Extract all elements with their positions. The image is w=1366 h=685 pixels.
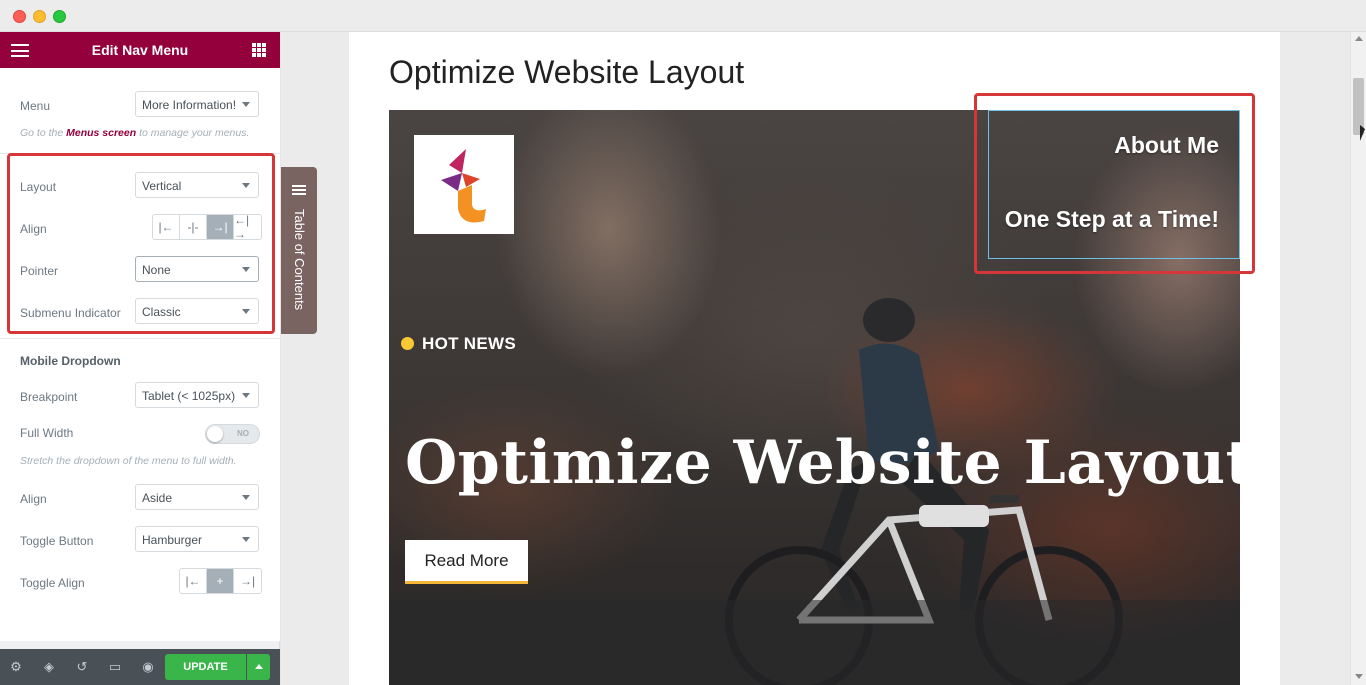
divider: [0, 338, 280, 339]
submenu-indicator-control: Submenu Indicator Classic: [0, 298, 280, 328]
badge-dot-icon: [401, 337, 414, 350]
align-center-icon[interactable]: -|-: [180, 215, 207, 239]
mobile-align-value: Aside: [142, 491, 173, 505]
mobile-align-label: Align: [20, 492, 47, 506]
hero-section: About Me One Step at a Time! HOT NEWS Op…: [389, 110, 1240, 685]
toggle-align-control: Toggle Align |← + →|: [0, 568, 280, 598]
layout-control: Layout Vertical: [0, 172, 280, 202]
table-of-contents-tab[interactable]: Table of Contents: [281, 167, 317, 334]
logo-t-icon: [441, 149, 486, 223]
full-width-toggle[interactable]: NO: [205, 424, 260, 444]
breakpoint-label: Breakpoint: [20, 390, 78, 404]
breakpoint-select[interactable]: Tablet (< 1025px): [135, 382, 259, 408]
menu-label: Menu: [20, 99, 51, 113]
menu-control: Menu More Information!: [0, 91, 280, 121]
navigator-layers-icon[interactable]: ◈: [41, 659, 57, 675]
caret-down-icon: [242, 393, 250, 398]
toggle-align-right-icon[interactable]: →|: [234, 569, 261, 593]
full-width-label: Full Width: [20, 426, 74, 440]
page-content: Optimize Website Layout About Me One Ste…: [349, 32, 1280, 685]
align-choices: |← -|- →| ←|→: [152, 214, 262, 240]
submenu-indicator-value: Classic: [142, 305, 181, 319]
align-control: Align |← -|- →| ←|→: [0, 214, 280, 244]
toggle-button-select[interactable]: Hamburger: [135, 526, 259, 552]
hot-news-label: HOT NEWS: [422, 334, 517, 353]
nav-menu-vertical: About Me One Step at a Time!: [988, 110, 1240, 259]
responsive-mode-icon[interactable]: ▭: [107, 659, 123, 675]
divider: [0, 153, 280, 154]
toggle-button-value: Hamburger: [142, 533, 203, 547]
mobile-align-select[interactable]: Aside: [135, 484, 259, 510]
toggle-align-center-icon[interactable]: +: [207, 569, 234, 593]
toggle-align-label: Toggle Align: [20, 576, 85, 590]
read-more-button[interactable]: Read More: [405, 540, 528, 584]
panel-header: Edit Nav Menu: [0, 32, 280, 68]
align-justify-icon[interactable]: ←|→: [234, 215, 261, 239]
menu-hint-prefix: Go to the: [20, 127, 64, 139]
submenu-indicator-label: Submenu Indicator: [20, 306, 121, 320]
hot-news-badge: HOT NEWS: [401, 334, 516, 354]
nav-item-about-me[interactable]: About Me: [1114, 132, 1219, 159]
align-label: Align: [20, 222, 47, 236]
caret-down-icon: [242, 537, 250, 542]
mouse-cursor-icon: [1360, 125, 1365, 141]
toggle-knob: [207, 426, 223, 442]
panel-body: Menu More Information! Go to the Menus s…: [0, 68, 280, 641]
hero-bottom-shade: [389, 600, 1240, 685]
mobile-align-control: Align Aside: [0, 484, 280, 514]
menu-hint: Go to the Menus screen to manage your me…: [20, 127, 249, 139]
pointer-control: Pointer None: [0, 256, 280, 286]
editor-panel: Edit Nav Menu Menu More Information! Go …: [0, 32, 280, 685]
update-options-button[interactable]: [247, 654, 270, 680]
pointer-label: Pointer: [20, 264, 59, 278]
history-icon[interactable]: ↺: [74, 659, 90, 675]
minimize-window-button[interactable]: [33, 10, 46, 23]
preview-eye-icon[interactable]: ◉: [140, 659, 156, 675]
update-button[interactable]: UPDATE: [165, 654, 246, 680]
layout-select-value: Vertical: [142, 179, 182, 193]
hero-title: Optimize Website Layout: [405, 428, 1240, 498]
panel-title: Edit Nav Menu: [91, 42, 189, 58]
layout-label: Layout: [20, 180, 57, 194]
pointer-select[interactable]: None: [135, 256, 259, 282]
nav-item-one-step[interactable]: One Step at a Time!: [1005, 206, 1219, 233]
maximize-window-button[interactable]: [53, 10, 66, 23]
preview-canvas: Optimize Website Layout About Me One Ste…: [281, 32, 1350, 685]
breakpoint-control: Breakpoint Tablet (< 1025px): [0, 382, 280, 412]
scroll-up-icon[interactable]: [1355, 36, 1363, 41]
toggle-align-left-icon[interactable]: |←: [180, 569, 207, 593]
menu-select[interactable]: More Information!: [135, 91, 259, 117]
menu-select-value: More Information!: [142, 98, 237, 112]
caret-down-icon: [242, 495, 250, 500]
caret-down-icon: [242, 309, 250, 314]
breakpoint-value: Tablet (< 1025px): [142, 389, 236, 403]
site-logo[interactable]: [414, 135, 514, 234]
close-window-button[interactable]: [13, 10, 26, 23]
settings-gear-icon[interactable]: ⚙: [8, 659, 24, 675]
toc-label: Table of Contents: [292, 209, 307, 311]
panel-footer: ⚙ ◈ ↺ ▭ ◉ UPDATE: [0, 649, 280, 685]
align-right-icon[interactable]: →|: [207, 215, 234, 239]
scroll-down-icon[interactable]: [1355, 674, 1363, 679]
caret-down-icon: [242, 183, 250, 188]
caret-down-icon: [242, 267, 250, 272]
widgets-grid-icon[interactable]: [252, 43, 266, 57]
caret-down-icon: [242, 102, 250, 107]
layout-select[interactable]: Vertical: [135, 172, 259, 198]
align-left-icon[interactable]: |←: [153, 215, 180, 239]
toggle-text: NO: [237, 429, 249, 438]
toggle-align-choices: |← + →|: [179, 568, 262, 594]
mobile-dropdown-heading: Mobile Dropdown: [20, 354, 121, 368]
toggle-button-control: Toggle Button Hamburger: [0, 526, 280, 556]
toggle-button-label: Toggle Button: [20, 534, 94, 548]
submenu-indicator-select[interactable]: Classic: [135, 298, 259, 324]
page-title: Optimize Website Layout: [389, 54, 745, 90]
list-icon: [292, 185, 306, 199]
full-width-control: Full Width NO: [0, 424, 280, 454]
menu-hint-suffix: to manage your menus.: [139, 127, 250, 139]
menus-screen-link[interactable]: Menus screen: [66, 127, 136, 139]
pointer-select-value: None: [142, 263, 171, 277]
window-titlebar: [0, 0, 1366, 32]
full-width-hint: Stretch the dropdown of the menu to full…: [20, 455, 237, 467]
